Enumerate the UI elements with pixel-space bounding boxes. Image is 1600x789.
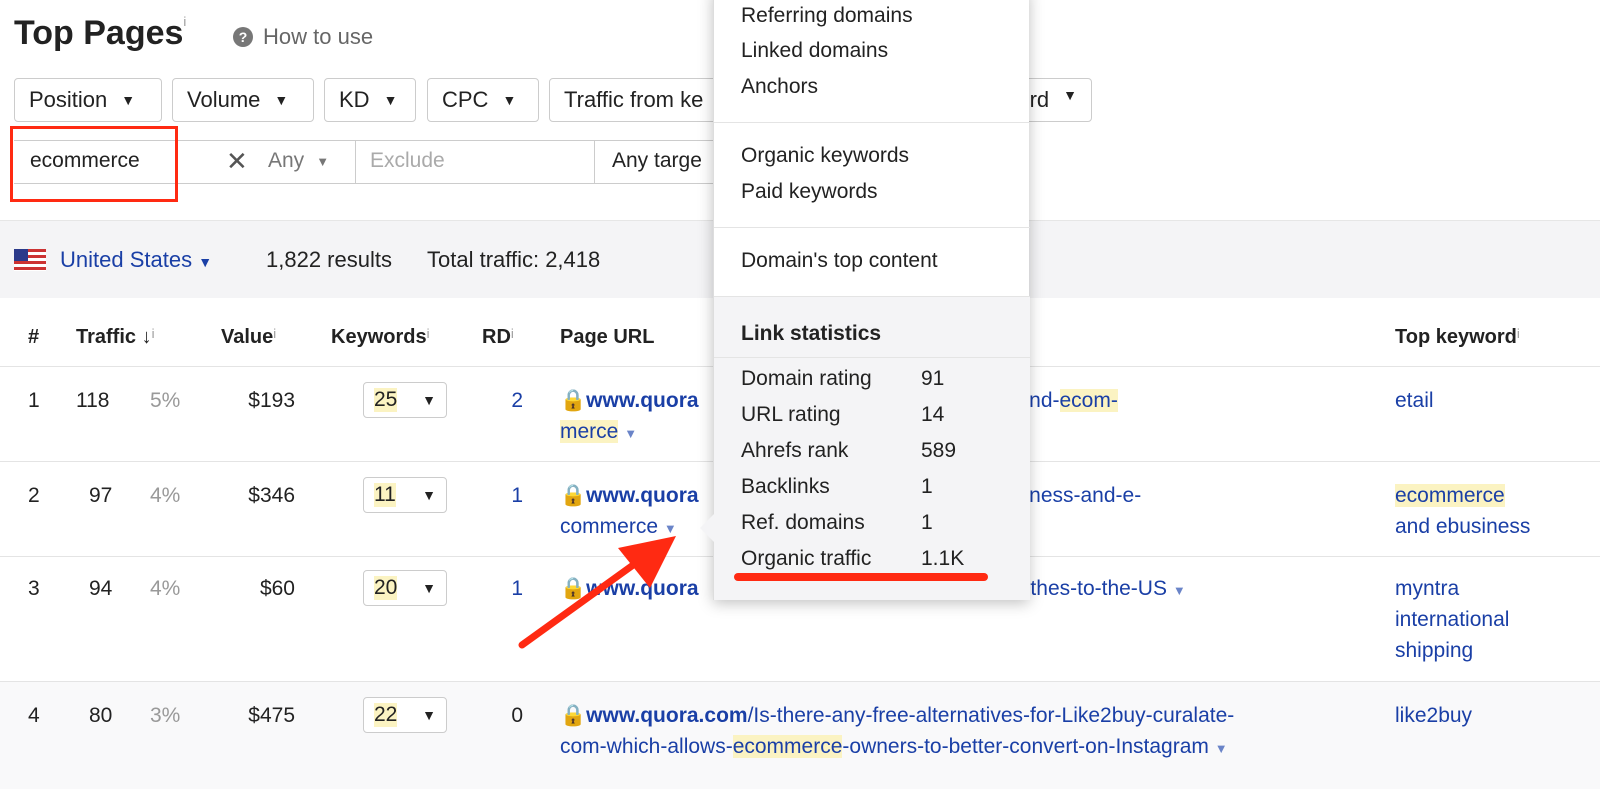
- annotation-layer: [518, 536, 988, 649]
- annotation-arrow: [518, 536, 676, 649]
